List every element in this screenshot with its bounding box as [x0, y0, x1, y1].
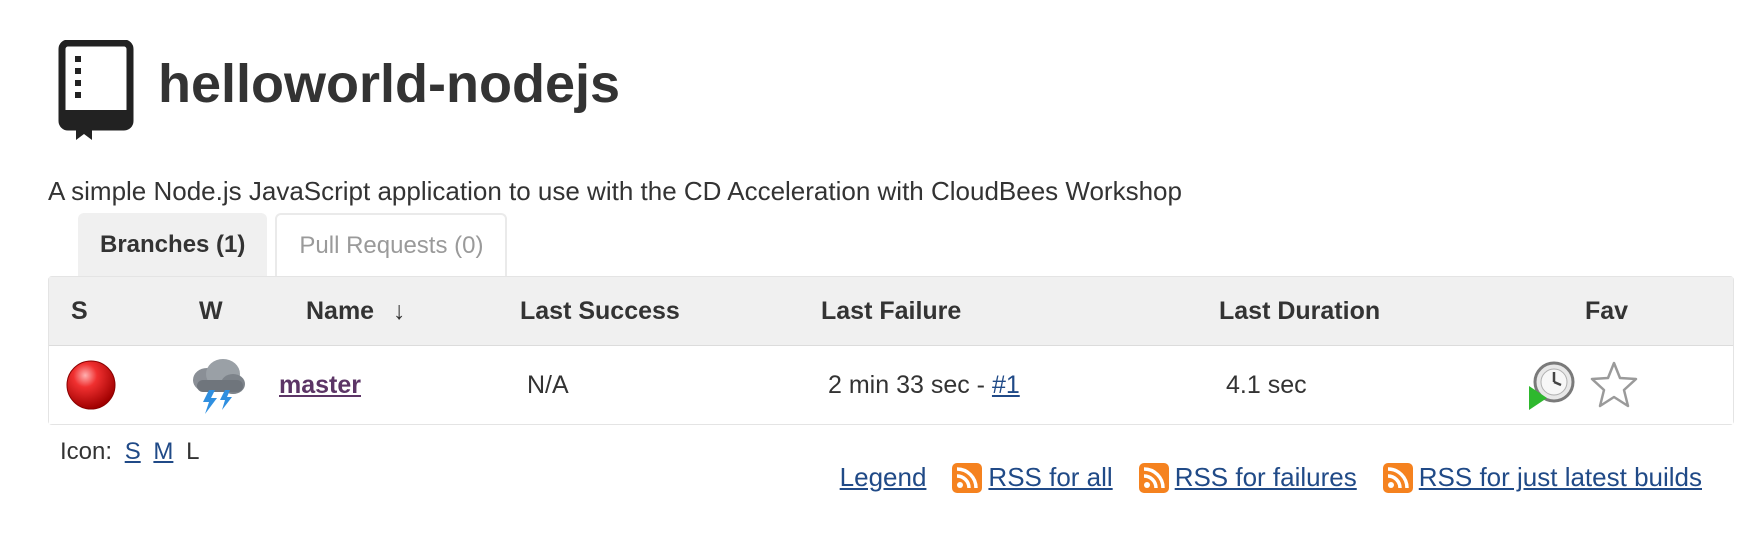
- rss-latest-link[interactable]: RSS for just latest builds: [1419, 462, 1702, 493]
- rss-icon: [952, 462, 983, 493]
- fav-cell: [1527, 346, 1639, 424]
- column-header-last-failure[interactable]: Last Failure: [821, 277, 961, 345]
- icon-size-small[interactable]: S: [125, 438, 141, 465]
- rss-icon: [1382, 462, 1413, 493]
- tab-bar: Branches (1) Pull Requests (0): [78, 213, 508, 277]
- branch-link-master[interactable]: master: [279, 371, 361, 400]
- last-failure-time: 2 min 33 sec -: [828, 370, 992, 399]
- icon-size-medium[interactable]: M: [153, 438, 173, 465]
- multibranch-book-icon: [58, 40, 134, 140]
- icon-size-selector: Icon: S M L: [60, 438, 199, 466]
- thunderstorm-icon[interactable]: [187, 354, 249, 416]
- rss-icon: [1138, 462, 1169, 493]
- page-title: helloworld-nodejs: [158, 54, 621, 114]
- table-header: S W Name ↓ Last Success Last Failure Las…: [49, 277, 1733, 346]
- legend-link[interactable]: Legend: [840, 462, 927, 493]
- rss-all: RSS for all: [952, 462, 1113, 493]
- last-failure-cell: 2 min 33 sec - #1: [828, 346, 1020, 424]
- column-header-name[interactable]: Name ↓: [306, 277, 406, 345]
- column-header-weather[interactable]: W: [199, 277, 223, 345]
- build-link[interactable]: #1: [992, 371, 1020, 400]
- sort-arrow-icon: ↓: [393, 297, 406, 325]
- icon-size-large: L: [186, 438, 200, 465]
- schedule-build-icon[interactable]: [1527, 360, 1577, 410]
- tab-pull-requests[interactable]: Pull Requests (0): [275, 213, 508, 277]
- weather-cell: [187, 346, 249, 424]
- column-header-last-success[interactable]: Last Success: [520, 277, 680, 345]
- icon-size-label: Icon:: [60, 438, 113, 465]
- rss-latest: RSS for just latest builds: [1382, 462, 1702, 493]
- red-ball-icon[interactable]: [65, 359, 117, 411]
- column-header-status[interactable]: S: [71, 277, 88, 345]
- column-header-fav[interactable]: Fav: [1585, 277, 1628, 345]
- name-cell: master: [279, 346, 361, 424]
- footer-links: Legend RSS for all RSS for failures RSS …: [840, 462, 1702, 493]
- table-row: master N/A 2 min 33 sec - #1 4.1 sec: [49, 346, 1733, 424]
- rss-all-link[interactable]: RSS for all: [988, 462, 1112, 493]
- last-duration-cell: 4.1 sec: [1226, 370, 1307, 399]
- last-success-cell: N/A: [527, 370, 569, 399]
- favorite-star-icon[interactable]: [1589, 360, 1639, 410]
- branches-table: S W Name ↓ Last Success Last Failure Las…: [48, 276, 1734, 425]
- column-header-last-duration[interactable]: Last Duration: [1219, 277, 1380, 345]
- status-cell: [65, 346, 117, 424]
- rss-failures: RSS for failures: [1138, 462, 1357, 493]
- column-header-name-label: Name: [306, 297, 375, 325]
- rss-failures-link[interactable]: RSS for failures: [1175, 462, 1357, 493]
- project-description: A simple Node.js JavaScript application …: [48, 176, 1182, 206]
- tab-branches[interactable]: Branches (1): [78, 213, 268, 277]
